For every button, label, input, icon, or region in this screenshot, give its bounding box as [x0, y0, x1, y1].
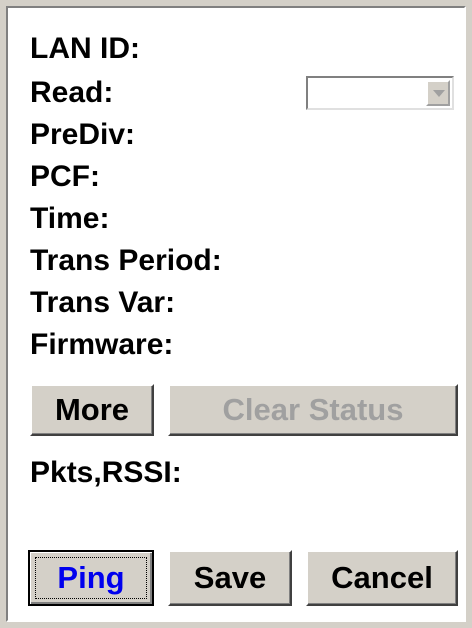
save-button[interactable]: Save: [168, 550, 292, 606]
read-select[interactable]: [306, 76, 454, 110]
prediv-label: PreDiv:: [30, 118, 136, 151]
firmware-label: Firmware:: [30, 328, 174, 361]
read-label: Read:: [30, 76, 114, 109]
pcf-label: PCF:: [30, 160, 100, 193]
ping-button[interactable]: Ping: [28, 550, 154, 606]
more-button[interactable]: More: [30, 384, 154, 436]
trans-var-label: Trans Var:: [30, 286, 176, 319]
pkts-rssi-label: Pkts,RSSI:: [30, 456, 182, 489]
focus-ring: [35, 557, 147, 599]
cancel-button[interactable]: Cancel: [306, 550, 458, 606]
clear-status-button[interactable]: Clear Status: [168, 384, 458, 436]
chevron-down-icon[interactable]: [426, 80, 450, 106]
lan-id-label: LAN ID:: [30, 32, 140, 65]
time-label: Time:: [30, 202, 110, 235]
trans-period-label: Trans Period:: [30, 244, 222, 277]
